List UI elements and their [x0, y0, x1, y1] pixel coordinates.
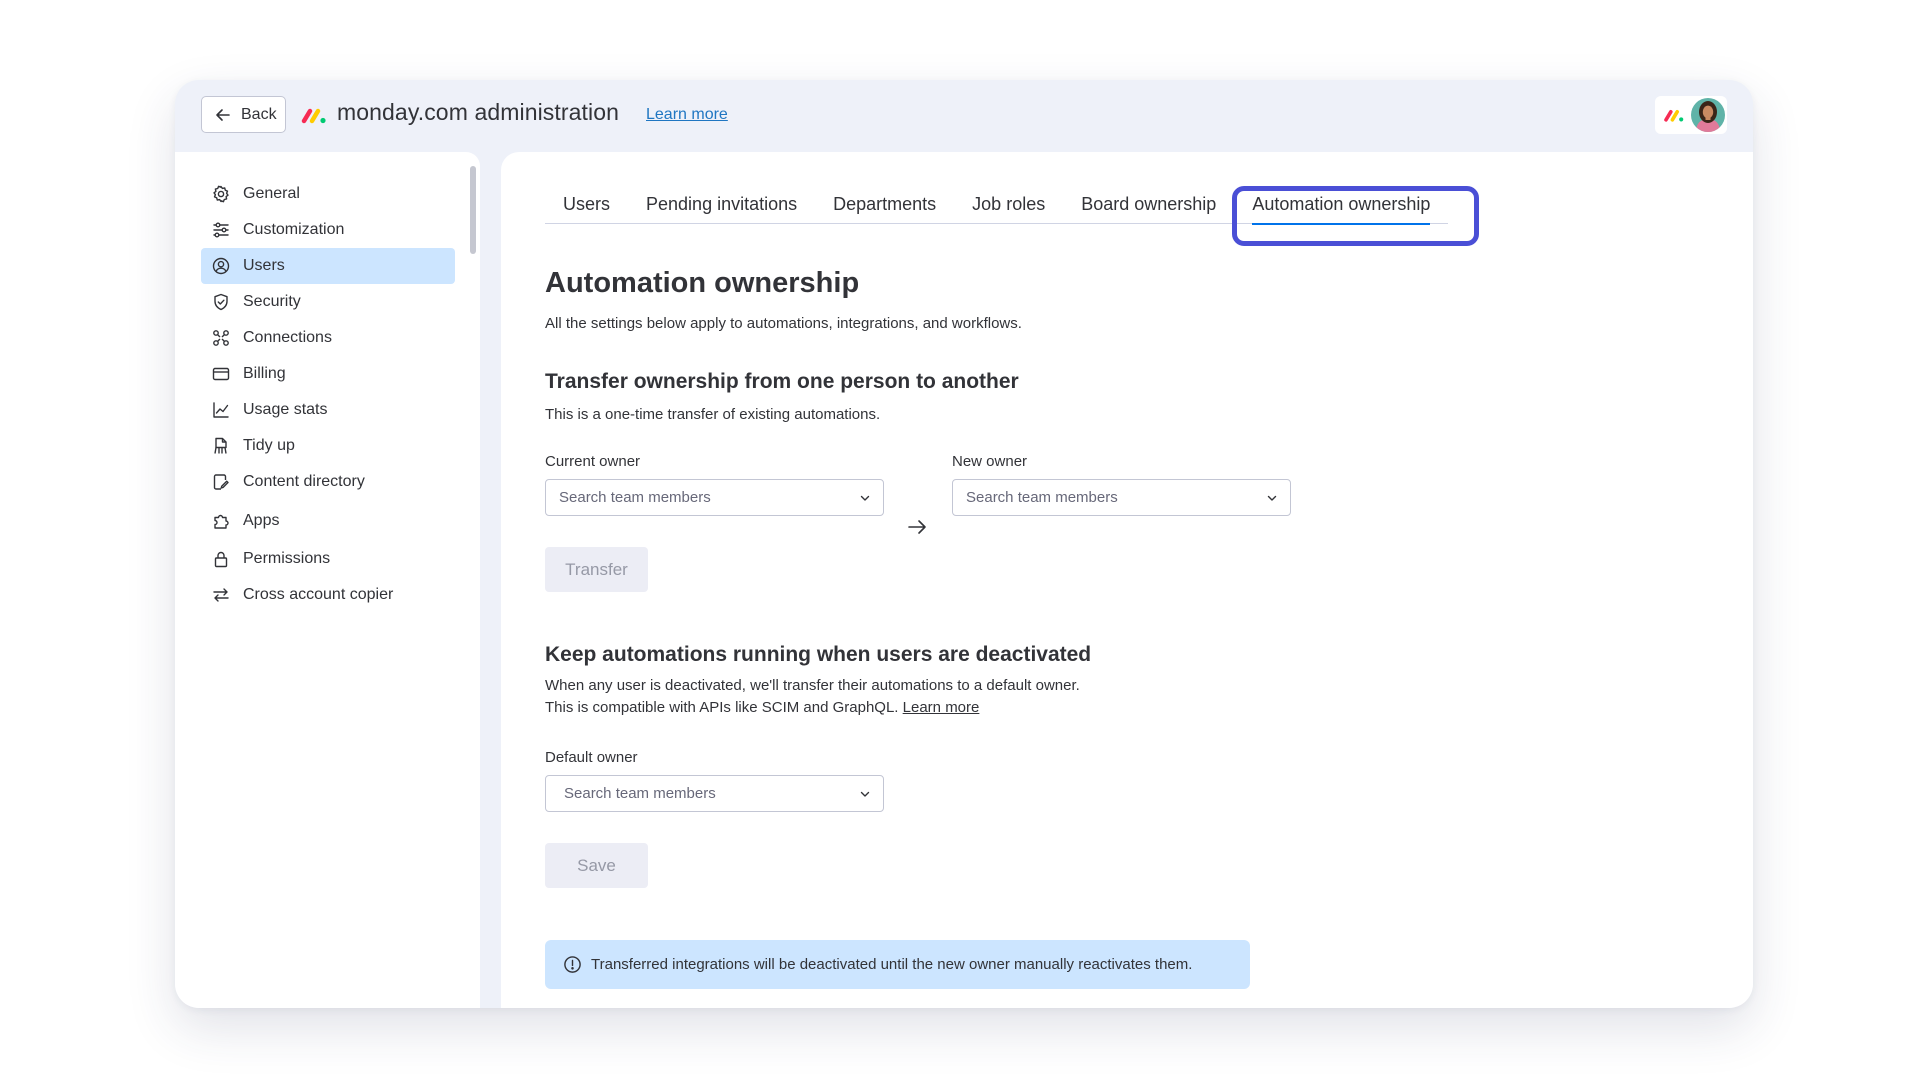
account-menu[interactable] [1655, 96, 1727, 134]
sidebar-item-users[interactable]: Users [201, 248, 455, 284]
sidebar-item-connections[interactable]: Connections [201, 320, 455, 356]
sidebar-item-label: Tidy up [243, 437, 295, 454]
sidebar-item-label: Cross account copier [243, 586, 394, 603]
arrow-right-icon [908, 520, 926, 534]
sidebar-item-label: Connections [243, 329, 332, 346]
swap-icon [213, 588, 229, 602]
sidebar-item-permissions[interactable]: Permissions [201, 541, 455, 577]
sidebar-item-content-directory[interactable]: Content directory [201, 464, 455, 500]
puzzle-icon [214, 514, 229, 529]
page-subtitle: All the settings below apply to automati… [545, 315, 1022, 332]
gear-icon [213, 185, 229, 203]
connections-icon [213, 330, 229, 346]
top-bar: Back monday.com administration Learn mor… [175, 80, 1753, 152]
transfer-section-description: This is a one-time transfer of existing … [545, 406, 881, 423]
tab-board-ownership[interactable]: Board ownership [1063, 192, 1234, 224]
sidebar-item-label: Apps [243, 512, 280, 529]
page-title: Automation ownership [545, 267, 860, 299]
sidebar-item-apps[interactable]: Apps [201, 503, 455, 539]
deactivated-learn-more-link[interactable]: Learn more [903, 699, 980, 716]
sidebar-item-label: Content directory [243, 473, 365, 490]
default-owner-label: Default owner [545, 749, 638, 766]
monday-logo [301, 108, 326, 124]
tab-users[interactable]: Users [545, 192, 628, 224]
current-owner-placeholder: Search team members [559, 489, 711, 506]
sliders-icon [213, 222, 229, 238]
notice-text: Transferred integrations will be deactiv… [591, 956, 1193, 973]
info-notice: Transferred integrations will be deactiv… [545, 940, 1250, 989]
sidebar-item-label: Permissions [243, 550, 331, 567]
deactivated-section-title: Keep automations running when users are … [545, 643, 1092, 666]
tab-job-roles[interactable]: Job roles [954, 192, 1063, 224]
monday-logo-small [1664, 110, 1684, 122]
current-owner-dropdown[interactable]: Search team members [545, 479, 884, 516]
arrow-left-icon [216, 108, 230, 121]
back-button[interactable]: Back [201, 96, 286, 133]
chart-line-icon [213, 402, 229, 418]
learn-more-link[interactable]: Learn more [646, 106, 728, 124]
user-circle-icon [212, 257, 230, 275]
tab-automation-ownership[interactable]: Automation ownership [1234, 192, 1448, 225]
credit-card-icon [212, 367, 230, 381]
sidebar-item-customization[interactable]: Customization [201, 212, 455, 248]
lock-icon [214, 551, 228, 568]
chevron-down-icon [1267, 495, 1277, 501]
sidebar-item-tidy-up[interactable]: Tidy up [201, 428, 455, 464]
sidebar-item-label: Security [243, 293, 301, 310]
info-circle-icon [564, 956, 581, 973]
default-owner-placeholder: Search team members [564, 785, 716, 802]
transfer-section-title: Transfer ownership from one person to an… [545, 370, 1019, 393]
save-button[interactable]: Save [545, 843, 648, 888]
deactivated-description-text: This is compatible with APIs like SCIM a… [545, 699, 899, 716]
sidebar-item-label: Usage stats [243, 401, 328, 418]
tab-pending-invitations[interactable]: Pending invitations [628, 192, 815, 224]
shield-icon [214, 293, 228, 311]
new-owner-placeholder: Search team members [966, 489, 1118, 506]
sidebar-menu: General Customization Users Security Con… [201, 176, 455, 613]
new-owner-label: New owner [952, 453, 1028, 470]
document-icon [213, 474, 229, 490]
back-button-label: Back [241, 105, 277, 123]
new-owner-dropdown[interactable]: Search team members [952, 479, 1291, 516]
sidebar-item-label: Customization [243, 221, 345, 238]
broom-icon [214, 437, 227, 454]
tab-bar: Users Pending invitations Departments Jo… [545, 192, 1449, 225]
tab-departments[interactable]: Departments [815, 192, 954, 224]
avatar[interactable] [1691, 98, 1725, 132]
admin-window: Back monday.com administration Learn mor… [175, 80, 1753, 1008]
sidebar-item-cross-account-copier[interactable]: Cross account copier [201, 577, 455, 613]
sidebar-item-billing[interactable]: Billing [201, 356, 455, 392]
deactivated-description-line2: This is compatible with APIs like SCIM a… [545, 697, 979, 719]
default-owner-dropdown[interactable]: Search team members [545, 775, 884, 812]
sidebar-item-usage-stats[interactable]: Usage stats [201, 392, 455, 428]
sidebar-scrollbar[interactable] [470, 166, 476, 254]
sidebar-item-label: Users [243, 257, 285, 274]
app-title: monday.com administration [337, 99, 620, 125]
sidebar-item-general[interactable]: General [201, 176, 455, 212]
transfer-button[interactable]: Transfer [545, 547, 648, 592]
sidebar-item-label: General [243, 185, 300, 202]
current-owner-label: Current owner [545, 453, 641, 470]
sidebar-item-label: Billing [243, 365, 286, 382]
sidebar: General Customization Users Security Con… [175, 152, 480, 1008]
deactivated-description-line1: When any user is deactivated, we'll tran… [545, 677, 1080, 694]
sidebar-item-security[interactable]: Security [201, 284, 455, 320]
main-panel: Users Pending invitations Departments Jo… [501, 152, 1753, 1008]
chevron-down-icon [860, 791, 870, 797]
chevron-down-icon [860, 495, 870, 501]
